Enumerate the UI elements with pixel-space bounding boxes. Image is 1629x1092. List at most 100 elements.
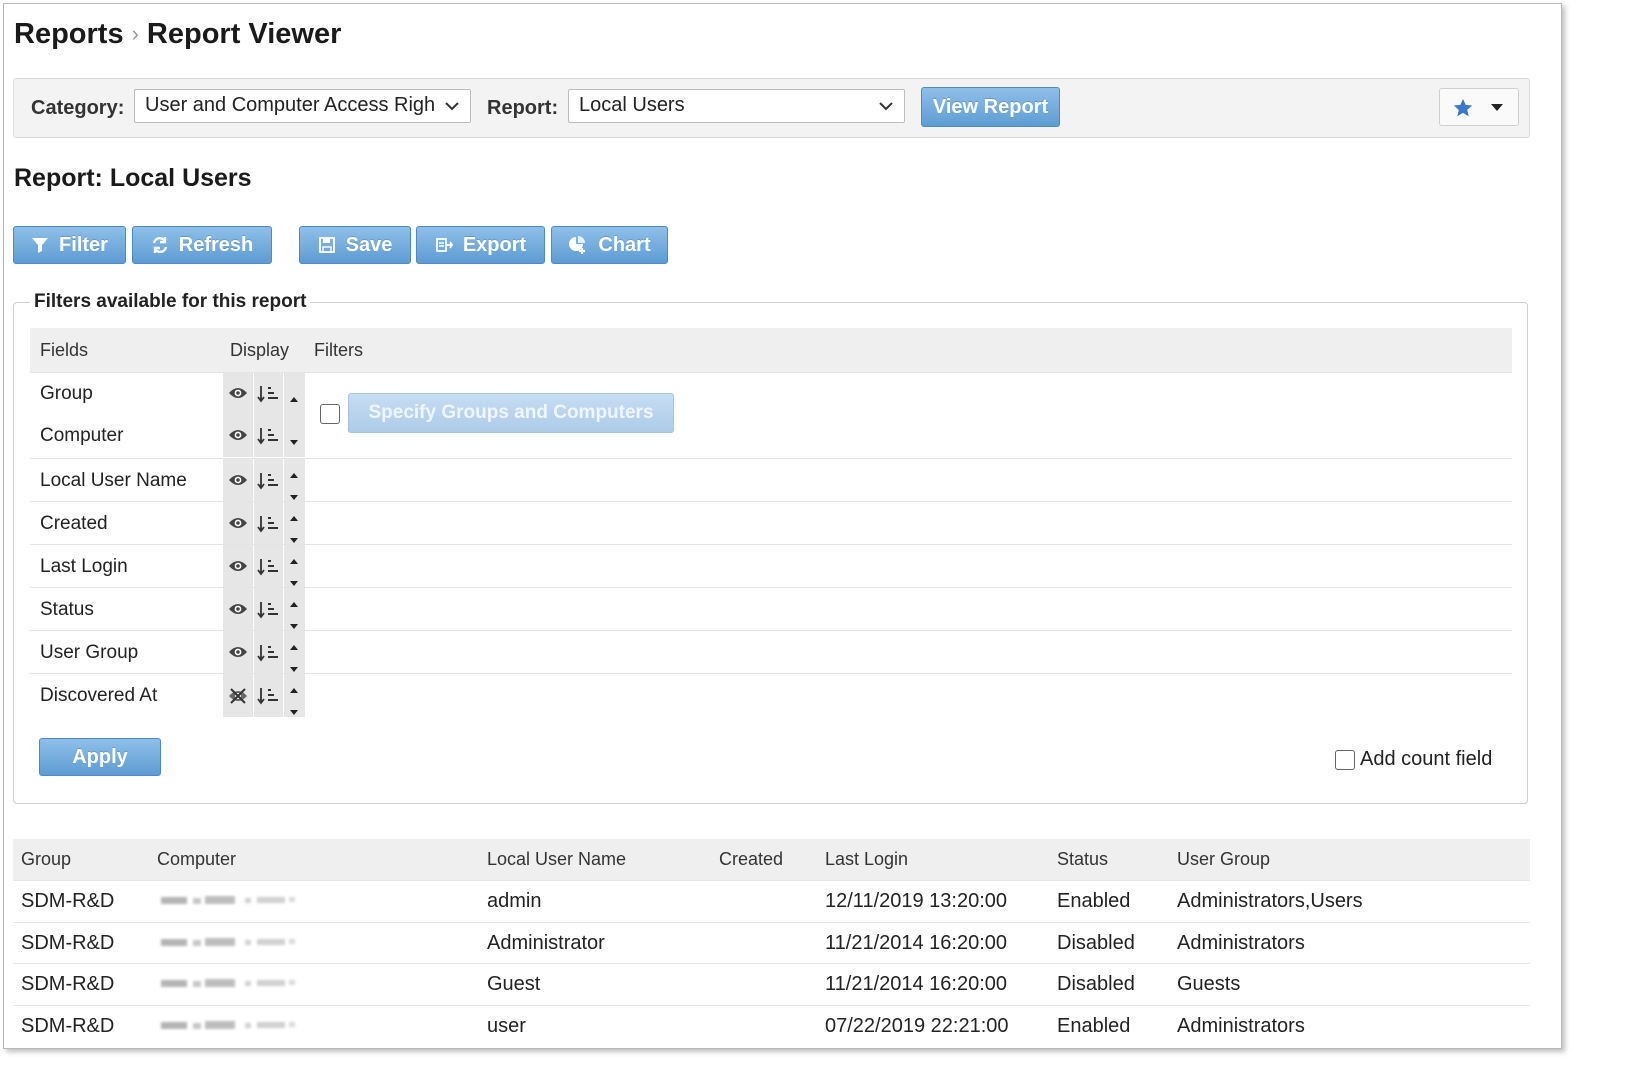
redacted-computer-name [161,1018,321,1034]
view-report-button[interactable]: View Report [921,87,1060,127]
filters-legend: Filters available for this report [30,291,311,313]
header-fields: Fields [40,340,89,360]
move-up-icon[interactable] [289,595,299,613]
eye-icon[interactable] [228,516,248,535]
results-table-header: Group Computer Local User Name Created Last … [13,839,1530,880]
filter-row: User Group [30,630,1512,674]
filter-field-controls [223,674,305,717]
table-row[interactable]: SDM-R&D Administrator 11/21/2014 16:20:00 D… [13,921,1530,964]
table-cell-status: Enabled [1057,890,1131,912]
report-toolbar: Category: User and Computer Access Righ … [13,78,1530,138]
results-header-cell[interactable]: Last Login [825,849,908,870]
eye-icon[interactable] [228,602,248,621]
table-cell-last-login: 07/22/2019 22:21:00 [825,1014,1009,1037]
filter-field-controls [223,459,305,502]
sort-icon[interactable] [257,385,279,408]
filter-field-name: Created [40,512,108,534]
move-up-icon[interactable] [289,390,299,408]
filter-row: Discovered At [30,673,1512,717]
filter-button[interactable]: Filter [13,226,126,264]
table-cell-group: SDM-R&D [21,1014,115,1037]
move-up-icon[interactable] [289,466,299,484]
filter-field-name: Computer [40,425,124,446]
favorites-dropdown[interactable] [1439,88,1519,126]
save-button[interactable]: Save [299,226,411,264]
filter-field-controls [223,502,305,545]
filter-field-name: User Group [40,641,139,663]
sort-icon[interactable] [257,644,279,667]
redacted-computer-name [161,935,321,951]
sort-icon[interactable] [257,515,279,538]
save-icon [318,237,335,253]
breadcrumb: Reports › Report Viewer [14,18,341,51]
eye-icon[interactable] [228,428,248,447]
specify-groups-button[interactable]: Specify Groups and Computers [348,393,674,433]
save-button-label: Save [345,233,393,256]
move-up-icon[interactable] [289,681,299,699]
eye-icon[interactable] [228,386,248,405]
eye-hidden-icon[interactable] [228,687,248,709]
table-cell-user: user [487,1014,526,1037]
table-cell-user: Guest [487,973,541,995]
table-row[interactable]: SDM-R&D user 07/22/2019 22:21:00 Enabled Adm… [13,1004,1530,1047]
caret-down-icon [1491,104,1503,111]
sort-icon[interactable] [257,687,279,710]
sort-icon[interactable] [257,601,279,624]
redacted-computer-name [161,976,321,992]
eye-icon[interactable] [228,559,248,578]
results-header-cell[interactable]: Status [1057,849,1108,870]
export-button[interactable]: Export [416,226,545,264]
filter-field-controls [223,415,305,457]
sort-icon[interactable] [257,427,279,450]
eye-icon[interactable] [228,473,248,492]
category-select[interactable]: User and Computer Access Righ [134,89,471,123]
table-cell-last-login: 11/21/2014 16:20:00 [825,973,1008,995]
results-header-cell[interactable]: User Group [1177,849,1270,870]
apply-button[interactable]: Apply [39,738,161,776]
chevron-down-icon [878,95,894,117]
header-display: Display [230,340,290,360]
table-cell-group: SDM-R&D [21,890,115,912]
specify-groups-checkbox[interactable] [320,404,340,424]
add-count-label: Add count field [1360,748,1493,770]
move-down-icon[interactable] [289,703,299,721]
results-header-cell[interactable]: Group [21,849,71,870]
eye-icon[interactable] [228,645,248,664]
category-select-value: User and Computer Access Righ [145,94,436,116]
breadcrumb-reports[interactable]: Reports [14,18,124,50]
refresh-button[interactable]: Refresh [132,226,272,264]
table-cell-group: SDM-R&D [21,973,115,995]
results-header-cell[interactable]: Local User Name [487,849,626,870]
category-label: Category: [31,97,125,119]
filter-field-controls [223,545,305,588]
table-cell-group: SDM-R&D [21,931,115,954]
filters-table: Fields Display Filters Group Computer Loca… [30,328,1512,717]
refresh-button-label: Refresh [178,233,254,256]
add-count-checkbox[interactable] [1335,750,1355,770]
filters-table-header: Fields Display Filters [30,328,1512,372]
star-icon [1453,98,1473,117]
move-up-icon[interactable] [289,552,299,570]
chart-button[interactable]: Chart [551,226,668,264]
move-up-icon[interactable] [289,509,299,527]
report-select[interactable]: Local Users [568,89,905,123]
table-cell-status: Disabled [1057,973,1135,995]
table-row[interactable]: SDM-R&D admin 12/11/2019 13:20:00 Enabled Ad… [13,880,1530,922]
filter-field-controls [223,631,305,674]
filter-field-name: Group [40,383,93,404]
report-viewer-window: Reports › Report Viewer Category: User and… [3,3,1562,1049]
sort-icon[interactable] [257,558,279,581]
filter-row: Last Login [30,544,1512,588]
chart-add-icon [569,236,586,254]
filter-row: Created [30,501,1512,545]
results-header-cell[interactable]: Computer [157,849,236,870]
redacted-computer-name [161,893,321,909]
export-icon [435,238,453,252]
move-up-icon[interactable] [289,638,299,656]
filter-row: Computer [30,415,1512,457]
results-header-cell[interactable]: Created [719,849,783,870]
table-cell-user-group: Administrators [1177,1014,1305,1037]
move-down-icon[interactable] [289,433,299,451]
sort-icon[interactable] [257,472,279,495]
table-row[interactable]: SDM-R&D Guest 11/21/2014 16:20:00 Disabled G… [13,963,1530,1005]
